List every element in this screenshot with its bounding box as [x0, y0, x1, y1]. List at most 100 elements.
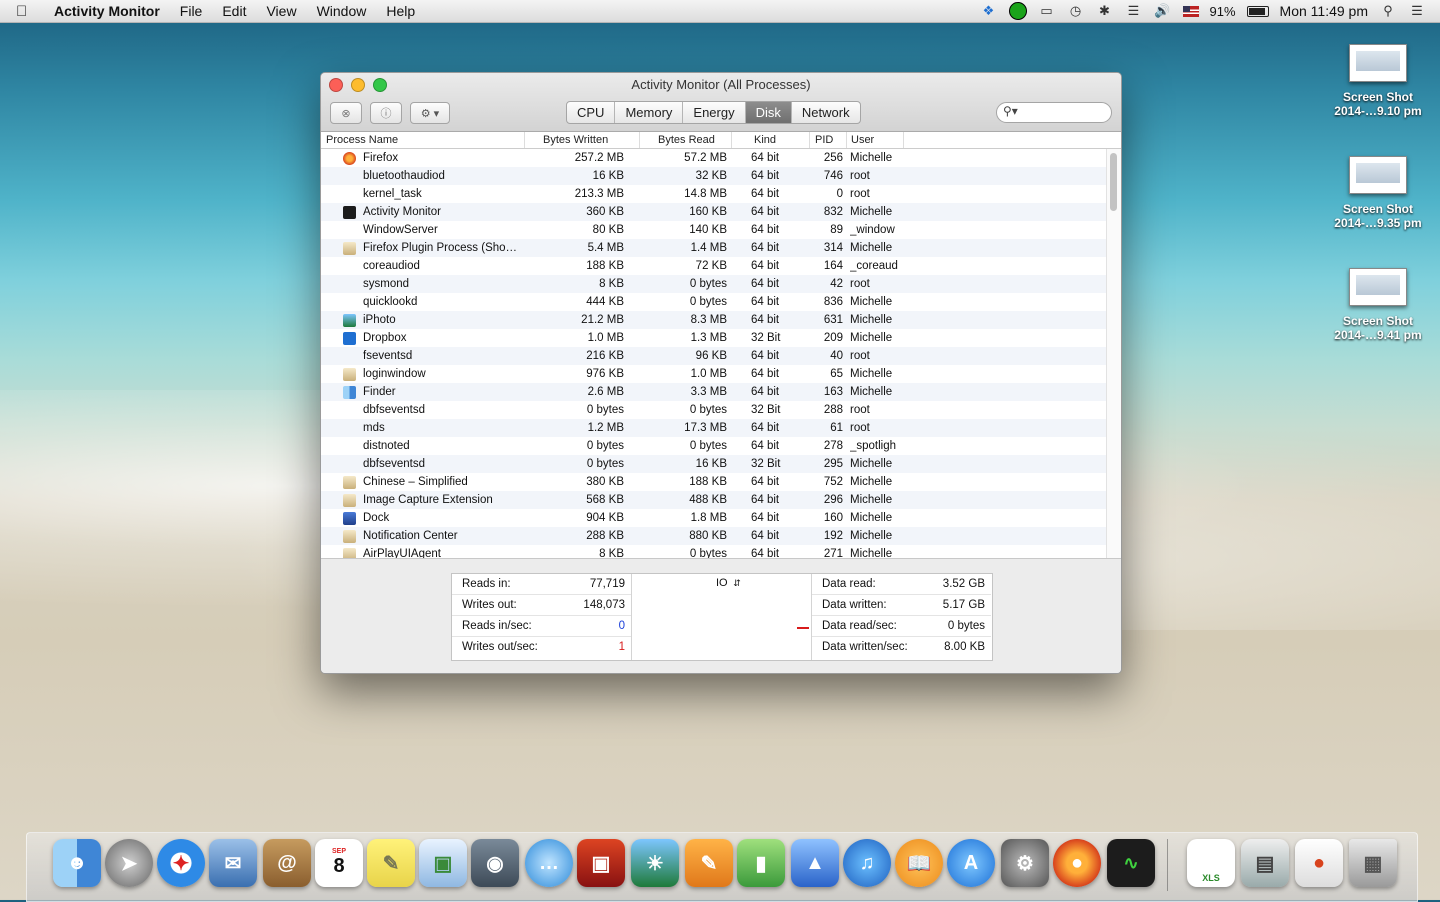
column-bytes-read[interactable]: Bytes Read [639, 132, 743, 148]
table-row[interactable]: dbfseventsd 0 bytes 16 KB 32 Bit 295 Michelle [321, 455, 1121, 473]
dropbox-tray-icon[interactable]: ❖ [980, 3, 998, 18]
table-row[interactable]: kernel_task 213.3 MB 14.8 MB 64 bit 0 root [321, 185, 1121, 203]
table-row[interactable]: iPhoto 21.2 MB 8.3 MB 64 bit 631 Michelle [321, 311, 1121, 329]
menu-file[interactable]: File [170, 3, 213, 19]
scrollbar-thumb[interactable] [1110, 153, 1117, 211]
itunes-icon[interactable]: ♫ [843, 839, 891, 887]
table-row[interactable]: Image Capture Extension 568 KB 488 KB 64 bi… [321, 491, 1121, 509]
volume-icon[interactable]: 🔊 [1154, 3, 1172, 18]
status-green-icon[interactable] [1008, 2, 1027, 20]
ibooks-icon[interactable]: 📖 [895, 839, 943, 887]
spotlight-icon[interactable]: ⚲ [1379, 3, 1397, 18]
calendar-icon[interactable]: SEP 8 [315, 839, 363, 887]
contacts-icon[interactable]: @ [263, 839, 311, 887]
menu-view[interactable]: View [256, 3, 306, 19]
notes-icon[interactable]: ✎ [367, 839, 415, 887]
preview-icon[interactable]: ▣ [419, 839, 467, 887]
facetime-icon[interactable]: ◉ [471, 839, 519, 887]
messages-icon[interactable]: … [525, 839, 573, 887]
xls-file-icon[interactable]: XLS [1187, 839, 1235, 887]
flag-input-icon[interactable] [1182, 5, 1199, 17]
photo-booth-icon[interactable]: ▣ [577, 839, 625, 887]
inspect-process-button[interactable]: ⓘ [370, 102, 402, 124]
launchpad-icon[interactable]: ➤ [105, 839, 153, 887]
table-row[interactable]: loginwindow 976 KB 1.0 MB 64 bit 65 Michelle [321, 365, 1121, 383]
menu-edit[interactable]: Edit [212, 3, 256, 19]
table-row[interactable]: Finder 2.6 MB 3.3 MB 64 bit 163 Michelle [321, 383, 1121, 401]
wifi-icon[interactable]: ☰ [1125, 3, 1143, 18]
search-field[interactable]: ⚲▾ [996, 102, 1112, 123]
graph-type-selector[interactable]: IO ⇵ [716, 577, 741, 589]
table-row[interactable]: Dock 904 KB 1.8 MB 64 bit 160 Michelle [321, 509, 1121, 527]
desktop-file-screenshot-3[interactable]: Screen Shot 2014-…9.41 pm [1323, 268, 1433, 342]
clock[interactable]: Mon 11:49 pm [1280, 3, 1368, 19]
process-pid: 89 [830, 224, 843, 236]
system-preferences-icon[interactable]: ⚙ [1001, 839, 1049, 887]
finder-icon[interactable]: ☻ [53, 839, 101, 887]
table-row[interactable]: coreaudiod 188 KB 72 KB 64 bit 164 _coreaud [321, 257, 1121, 275]
table-row[interactable]: quicklookd 444 KB 0 bytes 64 bit 836 Michelle [321, 293, 1121, 311]
process-pid: 42 [830, 278, 843, 290]
table-row[interactable]: Firefox 257.2 MB 57.2 MB 64 bit 256 Michelle [321, 149, 1121, 167]
tab-memory[interactable]: Memory [615, 102, 684, 123]
bytes-written: 188 KB [586, 260, 624, 272]
process-user: root [850, 404, 870, 416]
downloads-stack-icon[interactable]: ● [1295, 839, 1343, 887]
tab-network[interactable]: Network [792, 102, 860, 123]
mail-icon[interactable]: ✉ [209, 839, 257, 887]
trash-icon[interactable]: ▦ [1349, 839, 1397, 887]
process-pid: 192 [823, 530, 843, 542]
table-scrollbar[interactable] [1106, 149, 1121, 558]
keynote-icon[interactable]: ▲ [791, 839, 839, 887]
column-pid[interactable]: PID [809, 132, 849, 148]
column-user[interactable]: User [846, 132, 904, 148]
table-row[interactable]: fseventsd 216 KB 96 KB 64 bit 40 root [321, 347, 1121, 365]
table-row[interactable]: sysmond 8 KB 0 bytes 64 bit 42 root [321, 275, 1121, 293]
menu-help[interactable]: Help [376, 3, 425, 19]
column-process-name[interactable]: Process Name [326, 132, 521, 148]
table-row[interactable]: AirPlayUIAgent 8 KB 0 bytes 64 bit 271 Michel… [321, 545, 1121, 558]
table-row[interactable]: dbfseventsd 0 bytes 0 bytes 32 Bit 288 root [321, 401, 1121, 419]
bytes-read: 3.3 MB [690, 386, 727, 398]
notification-center-icon[interactable]: ☰ [1408, 3, 1426, 18]
app-generic-icon [343, 548, 356, 558]
airplay-icon[interactable]: ▭ [1038, 3, 1056, 18]
safari-icon[interactable]: ✦ [157, 839, 205, 887]
menu-app-name[interactable]: Activity Monitor [42, 3, 170, 19]
numbers-icon[interactable]: ▮ [737, 839, 785, 887]
desktop-file-screenshot-2[interactable]: Screen Shot 2014-…9.35 pm [1323, 156, 1433, 230]
battery-icon[interactable] [1246, 5, 1269, 17]
documents-stack-icon[interactable]: ▤ [1241, 839, 1289, 887]
table-row[interactable]: Chinese – Simplified 380 KB 188 KB 64 bit 75… [321, 473, 1121, 491]
bluetooth-icon[interactable]: ✱ [1096, 3, 1114, 18]
table-row[interactable]: bluetoothaudiod 16 KB 32 KB 64 bit 746 root [321, 167, 1121, 185]
quit-process-button[interactable]: ⊗ [330, 102, 362, 124]
table-row[interactable]: Activity Monitor 360 KB 160 KB 64 bit 832 Mic… [321, 203, 1121, 221]
desktop-file-screenshot-1[interactable]: Screen Shot 2014-…9.10 pm [1323, 44, 1433, 118]
finder-face-icon: ☻ [66, 851, 88, 874]
table-row[interactable]: mds 1.2 MB 17.3 MB 64 bit 61 root [321, 419, 1121, 437]
firefox-icon[interactable]: ● [1053, 839, 1101, 887]
table-row[interactable]: WindowServer 80 KB 140 KB 64 bit 89 _window [321, 221, 1121, 239]
column-bytes-written[interactable]: Bytes Written [524, 132, 633, 148]
tab-energy[interactable]: Energy [683, 102, 746, 123]
app-store-icon[interactable]: A [947, 839, 995, 887]
table-row[interactable]: Dropbox 1.0 MB 1.3 MB 32 Bit 209 Michelle [321, 329, 1121, 347]
process-name: dbfseventsd [363, 404, 426, 416]
tab-cpu[interactable]: CPU [567, 102, 616, 123]
time-machine-icon[interactable]: ◷ [1067, 3, 1085, 18]
bytes-read: 188 KB [689, 476, 727, 488]
action-menu-button[interactable]: ⚙ ▾ [410, 102, 450, 124]
table-row[interactable]: Firefox Plugin Process (Sho… 5.4 MB 1.4 MB… [321, 239, 1121, 257]
table-row[interactable]: distnoted 0 bytes 0 bytes 64 bit 278 _spotlig… [321, 437, 1121, 455]
pages-icon[interactable]: ✎ [685, 839, 733, 887]
process-user: Michelle [850, 386, 893, 398]
menu-window[interactable]: Window [307, 3, 377, 19]
table-row[interactable]: Notification Center 288 KB 880 KB 64 bit 192… [321, 527, 1121, 545]
activity-monitor-icon[interactable]: ∿ [1107, 839, 1155, 887]
battery-percent[interactable]: 91% [1210, 4, 1236, 19]
iphoto-icon[interactable]: ☀ [631, 839, 679, 887]
apple-menu-icon[interactable]:  [16, 3, 42, 20]
tab-disk[interactable]: Disk [745, 102, 792, 123]
process-user: Michelle [850, 548, 893, 558]
